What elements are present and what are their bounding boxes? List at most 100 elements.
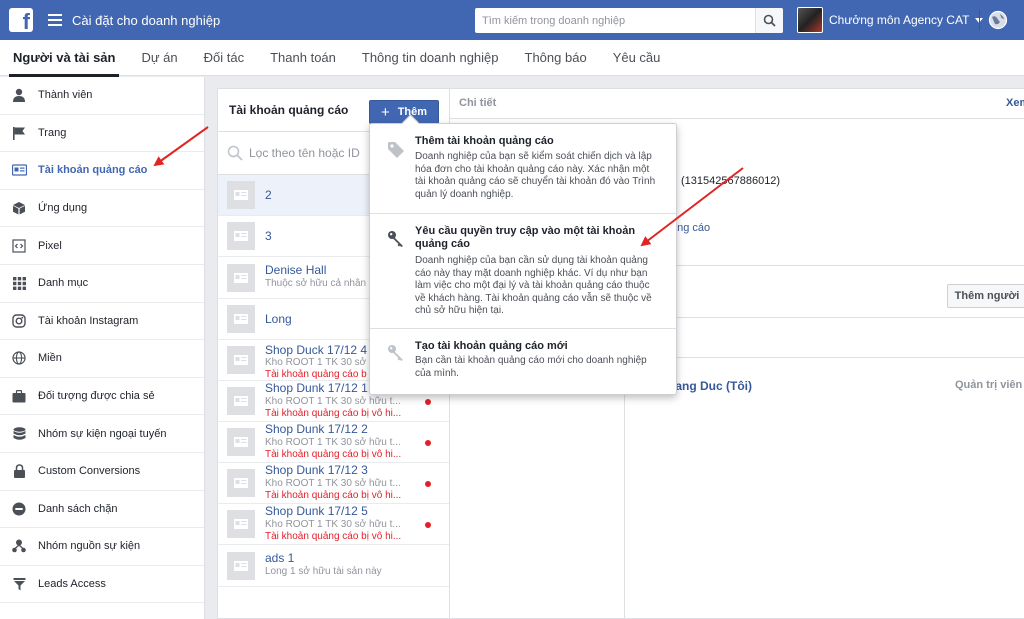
tab-people-and-assets[interactable]: Người và tài sản xyxy=(0,40,128,77)
code-icon xyxy=(11,238,27,254)
plus-icon: + xyxy=(380,103,390,121)
search-input[interactable] xyxy=(475,8,755,33)
account-name[interactable]: 3 xyxy=(265,229,272,243)
tag-icon xyxy=(388,142,404,158)
sidebar-item-domains[interactable]: Miền xyxy=(0,340,204,378)
menu-item-request-access[interactable]: Yêu cầu quyền truy cập vào một tài khoản… xyxy=(370,214,676,328)
search-icon xyxy=(227,145,243,161)
tab-requests[interactable]: Yêu cầu xyxy=(600,40,674,76)
sidebar-item-catalogs[interactable]: Danh mục xyxy=(0,265,204,303)
account-warning: Tài khoản quảng cáo b xyxy=(265,369,367,380)
account-name[interactable]: Shop Dunk 17/12 2 xyxy=(265,422,368,436)
hamburger-menu-icon[interactable] xyxy=(48,14,62,26)
ad-account-icon xyxy=(227,428,255,456)
lock-icon xyxy=(11,463,27,479)
sidebar-item-shared-audiences[interactable]: Đối tượng được chia sẻ xyxy=(0,378,204,416)
person-role: Quản trị viên xyxy=(955,379,1023,391)
funnel-icon xyxy=(11,576,27,592)
filter-input[interactable] xyxy=(249,146,389,160)
sidebar-item-pages[interactable]: Trang xyxy=(0,115,204,153)
account-name[interactable]: Shop Dunk 17/12 5 xyxy=(265,504,368,518)
cube-icon xyxy=(11,200,27,216)
account-warning: Tài khoản quảng cáo bị vô hi... xyxy=(265,531,402,542)
sidebar-item-block-lists[interactable]: Danh sách chặn xyxy=(0,491,204,529)
sidebar-item-leads-access[interactable]: Leads Access xyxy=(0,566,204,604)
wrench-icon xyxy=(388,345,403,361)
ad-account-icon xyxy=(227,305,255,333)
sidebar-item-pixel[interactable]: Pixel xyxy=(0,227,204,265)
status-dot xyxy=(425,399,431,405)
account-warning: Tài khoản quảng cáo bị vô hi... xyxy=(265,408,402,419)
tab-business-info[interactable]: Thông tin doanh nghiệp xyxy=(349,40,512,76)
list-item[interactable]: Shop Dunk 17/12 5 Kho ROOT 1 TK 30 sở hữ… xyxy=(218,504,449,545)
network-icon xyxy=(11,538,27,554)
sidebar-item-instagram[interactable]: Tài khoản Instagram xyxy=(0,303,204,341)
settings-tabs: Người và tài sản Dự án Đối tác Thanh toá… xyxy=(0,40,1024,77)
details-header: Chi tiết Xem xyxy=(450,89,1024,119)
divider xyxy=(979,10,980,30)
menu-item-add-ad-account[interactable]: Thêm tài khoản quảng cáo Doanh nghiệp củ… xyxy=(370,124,676,213)
account-owner: Kho ROOT 1 TK 30 sở hữu t... xyxy=(265,396,401,407)
flag-icon xyxy=(11,125,27,141)
top-bar: f Cài đặt cho doanh nghiệp Chưởng môn Ag… xyxy=(0,0,1024,40)
sidebar-item-members[interactable]: Thành viên xyxy=(0,77,204,115)
tab-payments[interactable]: Thanh toán xyxy=(257,40,349,76)
view-link[interactable]: Xem xyxy=(1006,97,1024,109)
account-owner: Thuộc sở hữu cả nhân xyxy=(265,278,367,289)
panel-title: Tài khoản quảng cáo xyxy=(229,103,349,117)
tab-notifications[interactable]: Thông báo xyxy=(512,40,600,76)
status-dot xyxy=(425,440,431,446)
people-list xyxy=(624,357,1024,619)
status-dot xyxy=(425,522,431,528)
menu-item-create-ad-account[interactable]: Tạo tài khoản quảng cáo mới Bạn cần tài … xyxy=(370,329,676,395)
add-ad-account-menu: Thêm tài khoản quảng cáo Doanh nghiệp củ… xyxy=(369,123,677,395)
account-name[interactable]: ads 1 xyxy=(265,551,294,565)
status-dot xyxy=(425,481,431,487)
tab-projects[interactable]: Dự án xyxy=(128,40,190,76)
sidebar-item-custom-conversions[interactable]: Custom Conversions xyxy=(0,453,204,491)
account-name[interactable]: Long xyxy=(265,312,292,326)
ad-account-icon xyxy=(227,181,255,209)
sidebar-item-event-source-groups[interactable]: Nhóm nguồn sự kiện xyxy=(0,528,204,566)
add-person-button[interactable]: Thêm người xyxy=(947,284,1024,308)
account-name[interactable]: Shop Duck 17/12 4 xyxy=(265,343,367,357)
account-owner: Kho ROOT 1 TK 30 sở hữu t... xyxy=(265,437,401,448)
search-button[interactable] xyxy=(755,8,783,33)
ad-account-icon xyxy=(227,222,255,250)
sidebar-item-ad-accounts[interactable]: Tài khoản quảng cáo xyxy=(0,152,204,190)
account-warning: Tài khoản quảng cáo bị vô hi... xyxy=(265,490,402,501)
briefcase-icon xyxy=(11,388,27,404)
account-name[interactable]: 2 xyxy=(265,188,272,202)
account-owner: Long 1 sở hữu tài sản này xyxy=(265,566,382,577)
ad-account-icon xyxy=(227,552,255,580)
sidebar-item-offline-event-sets[interactable]: Nhóm sự kiện ngoại tuyến xyxy=(0,415,204,453)
sidebar-item-apps[interactable]: Ứng dụng xyxy=(0,190,204,228)
account-warning: Tài khoản quảng cáo bị vô hi... xyxy=(265,449,402,460)
account-name[interactable]: Shop Dunk 17/12 1 xyxy=(265,381,368,395)
globe-icon[interactable] xyxy=(988,10,1008,30)
ad-account-icon xyxy=(227,510,255,538)
list-item[interactable]: Shop Dunk 17/12 3 Kho ROOT 1 TK 30 sở hữ… xyxy=(218,463,449,504)
block-icon xyxy=(11,501,27,517)
list-item[interactable]: ads 1 Long 1 sở hữu tài sản này xyxy=(218,545,449,587)
list-item[interactable]: Shop Dunk 17/12 2 Kho ROOT 1 TK 30 sở hữ… xyxy=(218,422,449,463)
tab-partners[interactable]: Đối tác xyxy=(191,40,257,76)
facebook-logo-icon[interactable]: f xyxy=(9,8,33,32)
search-box xyxy=(475,8,783,33)
grid-icon xyxy=(11,275,27,291)
account-name[interactable]: Denise Hall xyxy=(265,263,326,277)
profile-name: Chưởng môn Agency CAT xyxy=(829,13,970,27)
ad-account-icon xyxy=(227,387,255,415)
account-owner: Kho ROOT 1 TK 30 sở hữu t... xyxy=(265,478,401,489)
ad-account-icon xyxy=(227,346,255,374)
database-icon xyxy=(11,426,27,442)
search-icon xyxy=(763,14,776,27)
profile-menu[interactable]: Chưởng môn Agency CAT xyxy=(797,7,984,33)
account-id: (131542567886012) xyxy=(681,175,781,187)
details-title: Chi tiết xyxy=(459,97,497,109)
avatar xyxy=(797,7,823,33)
account-name[interactable]: Shop Dunk 17/12 3 xyxy=(265,463,368,477)
person-name[interactable]: oang Duc (Tôi) xyxy=(668,379,752,393)
ad-account-icon xyxy=(227,264,255,292)
account-owner: Kho ROOT 1 TK 30 sở hữu t... xyxy=(265,519,401,530)
